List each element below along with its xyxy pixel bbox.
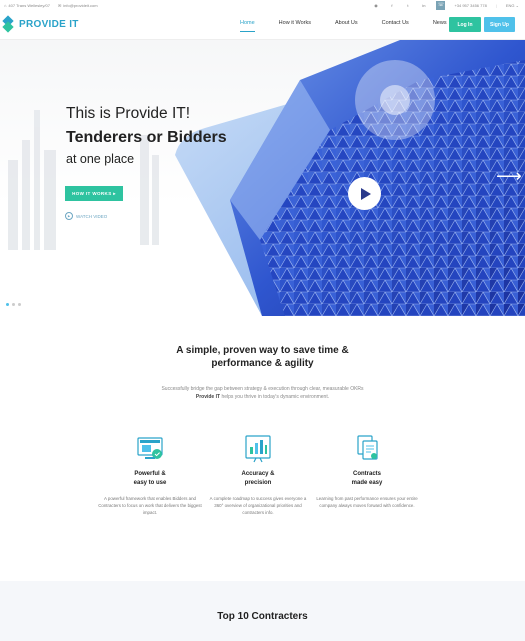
watch-video-link[interactable]: ▶ WATCH VIDEO xyxy=(65,212,107,220)
feature-description: A complete roadmap to success gives ever… xyxy=(209,496,307,515)
feature-title: Contracts made easy xyxy=(351,471,383,486)
feature-title: Powerful & easy to use xyxy=(133,471,167,486)
contractors-title: Top 10 Contracters xyxy=(217,611,308,622)
twitter-icon[interactable]: t xyxy=(404,2,411,9)
feature-description: A powerful framework that enables Bidder… xyxy=(98,496,202,515)
play-icon xyxy=(361,187,371,200)
location-icon: ⌂ xyxy=(4,2,7,8)
intro-desc-brand: Provide IT xyxy=(195,394,221,400)
intro-title: A simple, proven way to save time & perf… xyxy=(176,345,349,369)
intro-desc-tail: helps you thrive in today's dynamic envi… xyxy=(221,394,330,400)
intro-description: Successfully bridge the gap between stra… xyxy=(130,385,395,401)
email-item[interactable]: ✉ info@provideit.com xyxy=(58,3,98,8)
contracts-icon xyxy=(352,433,382,463)
how-it-works-button[interactable]: HOW IT WORKS ▸ xyxy=(65,186,123,201)
logo-mark-icon xyxy=(2,15,16,33)
video-play-button[interactable] xyxy=(348,177,381,210)
logo[interactable]: PROVIDE IT xyxy=(2,15,79,33)
feature-card: Contracts made easy Learning from past pe… xyxy=(312,433,422,509)
framework-icon xyxy=(135,433,165,463)
next-slide-arrow-icon[interactable]: ⟶ xyxy=(496,166,522,187)
watch-video-label: WATCH VIDEO xyxy=(76,213,108,219)
hero-subtitle: This is Provide IT! xyxy=(66,105,191,122)
logo-text: PROVIDE IT xyxy=(19,18,79,30)
pinterest-icon[interactable]: ◉ xyxy=(372,2,379,9)
email-text[interactable]: info@provideit.com xyxy=(63,3,97,8)
header: PROVIDE IT Home How it Works About Us Co… xyxy=(0,10,525,40)
hero-building-image xyxy=(8,40,525,316)
play-circle-icon: ▶ xyxy=(65,212,73,220)
phone-number[interactable]: +34 957 3456 778 xyxy=(454,3,486,8)
divider: | xyxy=(495,2,497,8)
nav-news[interactable]: News xyxy=(433,20,447,26)
login-button[interactable]: Log In xyxy=(449,17,481,32)
main-nav: Home How it Works About Us Contact Us Ne… xyxy=(240,20,447,32)
slide-dot[interactable] xyxy=(12,303,15,306)
analytics-board-icon xyxy=(243,433,273,463)
nav-how-it-works[interactable]: How it Works xyxy=(279,20,311,26)
phone-icon: ☏ xyxy=(436,0,446,10)
hero-slider: This is Provide IT! Tenderers or Bidders… xyxy=(0,40,525,316)
top-bar: ⌂ 407 Trans Wellesley/07 ✉ info@provideit.… xyxy=(0,0,525,10)
hero-title-line2: at one place xyxy=(66,152,135,166)
linkedin-icon[interactable]: in xyxy=(420,2,427,9)
language-select[interactable]: ENG ⌄ xyxy=(506,3,519,8)
mail-icon: ✉ xyxy=(57,2,62,8)
address-text: 407 Trans Wellesley/07 xyxy=(8,2,50,8)
signup-button[interactable]: Sign Up xyxy=(484,17,515,32)
feature-card: Powerful & easy to use A powerful framewo… xyxy=(95,433,205,516)
feature-title: Accuracy & precision xyxy=(241,471,275,486)
nav-home[interactable]: Home xyxy=(240,20,255,32)
nav-contact-us[interactable]: Contact Us xyxy=(382,20,409,26)
slider-dots xyxy=(6,303,21,306)
slide-dot[interactable] xyxy=(18,303,21,306)
language-label: ENG xyxy=(505,2,515,8)
hero-title: Tenderers or Bidders xyxy=(66,129,227,146)
slide-dot[interactable] xyxy=(6,303,9,306)
intro-desc-text: Successfully bridge the gap between stra… xyxy=(161,386,364,392)
feature-description: Learning from past performance ensures y… xyxy=(316,496,418,508)
address-item: ⌂ 407 Trans Wellesley/07 xyxy=(4,3,50,8)
feature-card: Accuracy & precision A complete roadmap t… xyxy=(203,433,313,516)
facebook-icon[interactable]: f xyxy=(388,2,395,9)
nav-about-us[interactable]: About Us xyxy=(335,20,358,26)
